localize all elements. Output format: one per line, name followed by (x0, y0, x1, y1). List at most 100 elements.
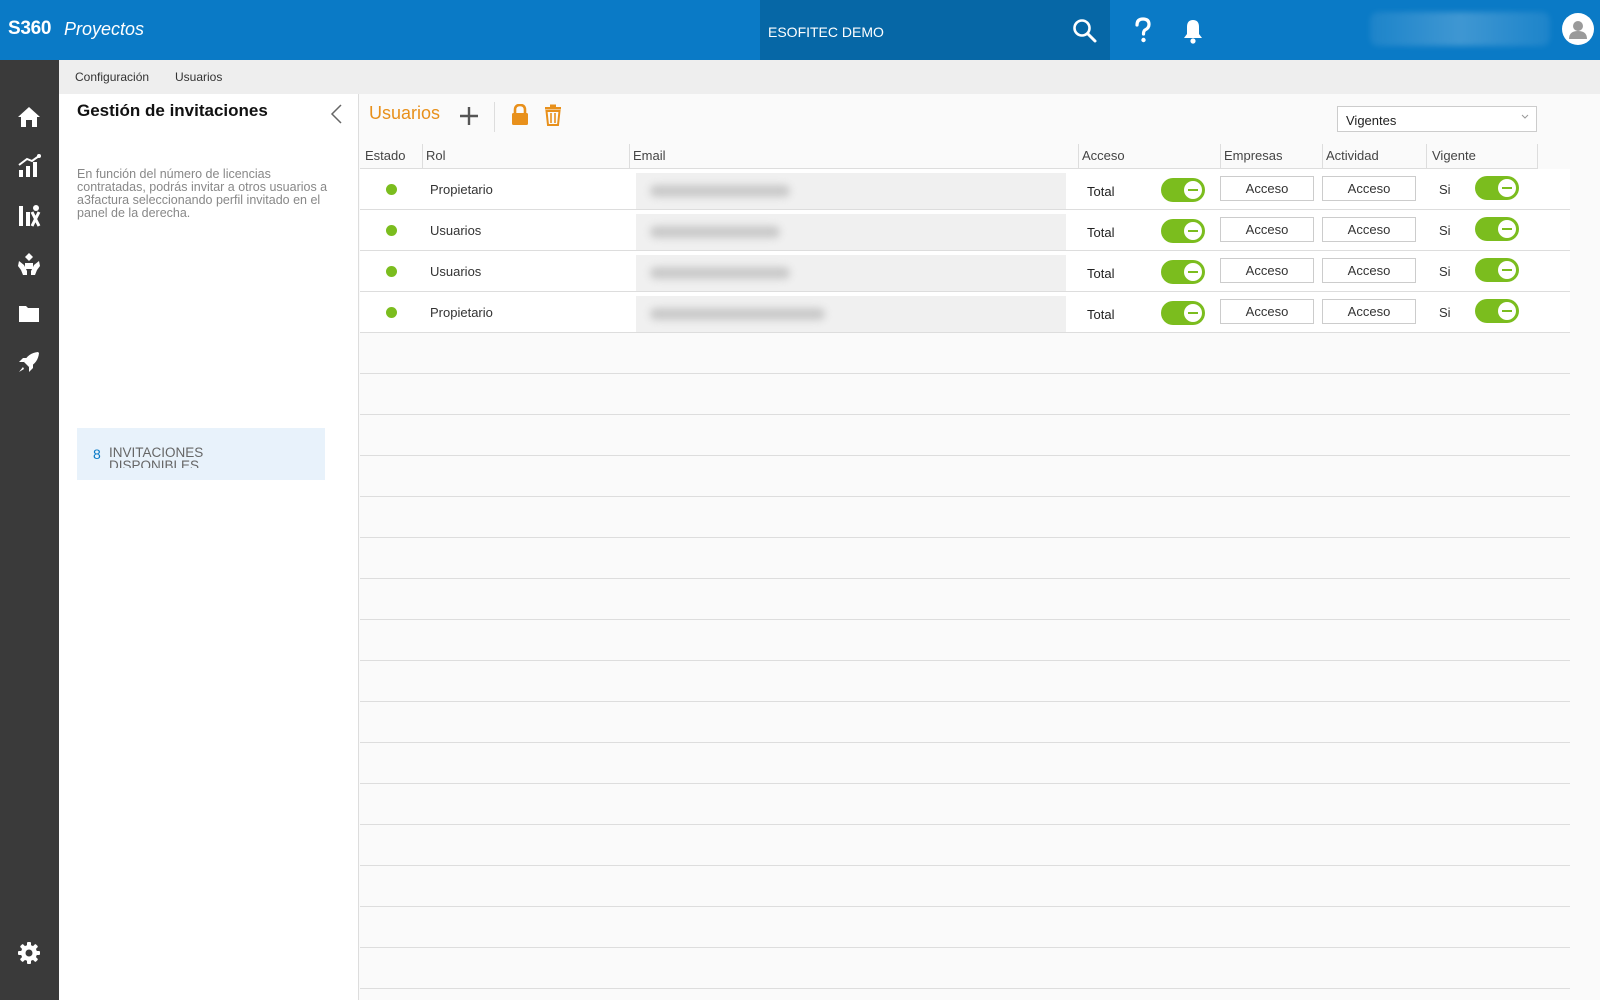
empty-table-row (360, 415, 1570, 456)
row-role: Propietario (430, 182, 493, 197)
home-icon[interactable] (16, 104, 42, 130)
users-table-header: Estado Rol Email Acceso Empresas Activid… (360, 144, 1538, 170)
actividad-access-button[interactable]: Acceso (1322, 258, 1416, 283)
panel-description: En función del número de licencias contr… (77, 167, 328, 220)
col-divider (1322, 144, 1323, 170)
vigente-toggle[interactable] (1475, 299, 1519, 323)
table-row[interactable]: Propietario Total Acceso Acceso Si (360, 292, 1570, 333)
empty-table-row (360, 866, 1570, 907)
empresas-access-button[interactable]: Acceso (1220, 176, 1314, 201)
folder-icon[interactable] (16, 300, 42, 326)
status-active-indicator (386, 266, 397, 277)
vigente-toggle[interactable] (1475, 258, 1519, 282)
section-title: Usuarios (369, 103, 441, 123)
invitations-label: INVITACIONES DISPONIBLES (109, 446, 204, 468)
empty-table-row (360, 907, 1570, 948)
available-invitations: 8 INVITACIONES DISPONIBLES (77, 428, 325, 480)
chevron-down-icon (1521, 114, 1529, 119)
col-divider (422, 144, 423, 170)
empty-table-row (360, 702, 1570, 743)
lock-icon[interactable] (510, 104, 530, 126)
filter-value: Vigentes (1346, 113, 1397, 128)
breadcrumb-configuracion[interactable]: Configuración (75, 70, 149, 84)
bell-icon[interactable] (1180, 17, 1206, 45)
brand-logo[interactable]: S360 (8, 18, 51, 40)
empty-table-row (360, 620, 1570, 661)
empty-table-row (360, 497, 1570, 538)
empty-table-row (360, 948, 1570, 989)
help-icon[interactable] (1130, 16, 1156, 44)
row-access: Total (1087, 307, 1115, 322)
status-active-indicator (386, 307, 397, 318)
col-divider (1537, 144, 1538, 170)
col-divider (1220, 144, 1221, 170)
access-toggle[interactable] (1161, 219, 1205, 243)
table-row[interactable]: Usuarios Total Acceso Acceso Si (360, 251, 1570, 292)
empty-table-row (360, 374, 1570, 415)
col-divider (629, 144, 630, 170)
collapse-panel-icon[interactable] (327, 102, 347, 126)
user-name[interactable] (1370, 12, 1550, 46)
hands-icon[interactable] (16, 251, 42, 277)
empty-table-row (360, 538, 1570, 579)
empresas-access-button[interactable]: Acceso (1220, 258, 1314, 283)
row-access: Total (1087, 225, 1115, 240)
empty-table-row (360, 333, 1570, 374)
empty-table-row (360, 825, 1570, 866)
row-email (636, 173, 1066, 209)
row-vigente: Si (1439, 182, 1451, 197)
col-divider (1078, 144, 1079, 170)
invitations-panel: Gestión de invitaciones En función del n… (59, 94, 359, 1000)
empresas-access-button[interactable]: Acceso (1220, 217, 1314, 242)
row-vigente: Si (1439, 223, 1451, 238)
status-filter-select[interactable]: Vigentes (1337, 106, 1537, 132)
vigente-toggle[interactable] (1475, 217, 1519, 241)
empty-table-row (360, 579, 1570, 620)
actividad-access-button[interactable]: Acceso (1322, 176, 1416, 201)
row-access: Total (1087, 266, 1115, 281)
invitations-count: 8 (93, 446, 101, 462)
trash-icon[interactable] (543, 104, 563, 126)
table-row[interactable]: Usuarios Total Acceso Acceso Si (360, 210, 1570, 251)
row-access: Total (1087, 184, 1115, 199)
row-role: Usuarios (430, 264, 482, 279)
access-toggle[interactable] (1161, 301, 1205, 325)
breadcrumb-usuarios[interactable]: Usuarios (175, 70, 222, 84)
actividad-access-button[interactable]: Acceso (1322, 217, 1416, 242)
empty-table-row (360, 743, 1570, 784)
empty-table-row (360, 661, 1570, 702)
analytics-icon[interactable] (16, 202, 42, 228)
product-name: Proyectos (64, 19, 145, 39)
top-bar: S360 Proyectos ESOFITEC DEMO (0, 0, 1600, 60)
chart-icon[interactable] (16, 153, 42, 179)
empresas-access-button[interactable]: Acceso (1220, 299, 1314, 324)
status-active-indicator (386, 184, 397, 195)
add-icon[interactable] (457, 104, 481, 128)
settings-icon[interactable] (16, 940, 42, 966)
users-main: Usuarios Vigentes Estado Rol Email Acces… (360, 94, 1570, 1000)
toolbar-divider (494, 102, 495, 132)
access-toggle[interactable] (1161, 178, 1205, 202)
panel-title: Gestión de invitaciones (77, 101, 268, 120)
user-avatar-icon[interactable] (1562, 13, 1594, 45)
search-icon[interactable] (1070, 16, 1100, 46)
row-role: Usuarios (430, 223, 482, 238)
actividad-access-button[interactable]: Acceso (1322, 299, 1416, 324)
company-search-box[interactable]: ESOFITEC DEMO (760, 0, 1110, 60)
row-vigente: Si (1439, 305, 1451, 320)
rocket-icon[interactable] (16, 349, 42, 375)
status-active-indicator (386, 225, 397, 236)
breadcrumb: Configuración Usuarios (59, 60, 1600, 94)
company-name: ESOFITEC DEMO (768, 24, 884, 40)
row-email (636, 255, 1066, 291)
row-vigente: Si (1439, 264, 1451, 279)
col-divider (1426, 144, 1427, 170)
main-nav-sidebar (0, 60, 59, 1000)
table-row[interactable]: Propietario Total Acceso Acceso Si (360, 169, 1570, 210)
row-role: Propietario (430, 305, 493, 320)
vigente-toggle[interactable] (1475, 176, 1519, 200)
access-toggle[interactable] (1161, 260, 1205, 284)
empty-table-row (360, 784, 1570, 825)
empty-table-row (360, 456, 1570, 497)
row-email (636, 296, 1066, 332)
